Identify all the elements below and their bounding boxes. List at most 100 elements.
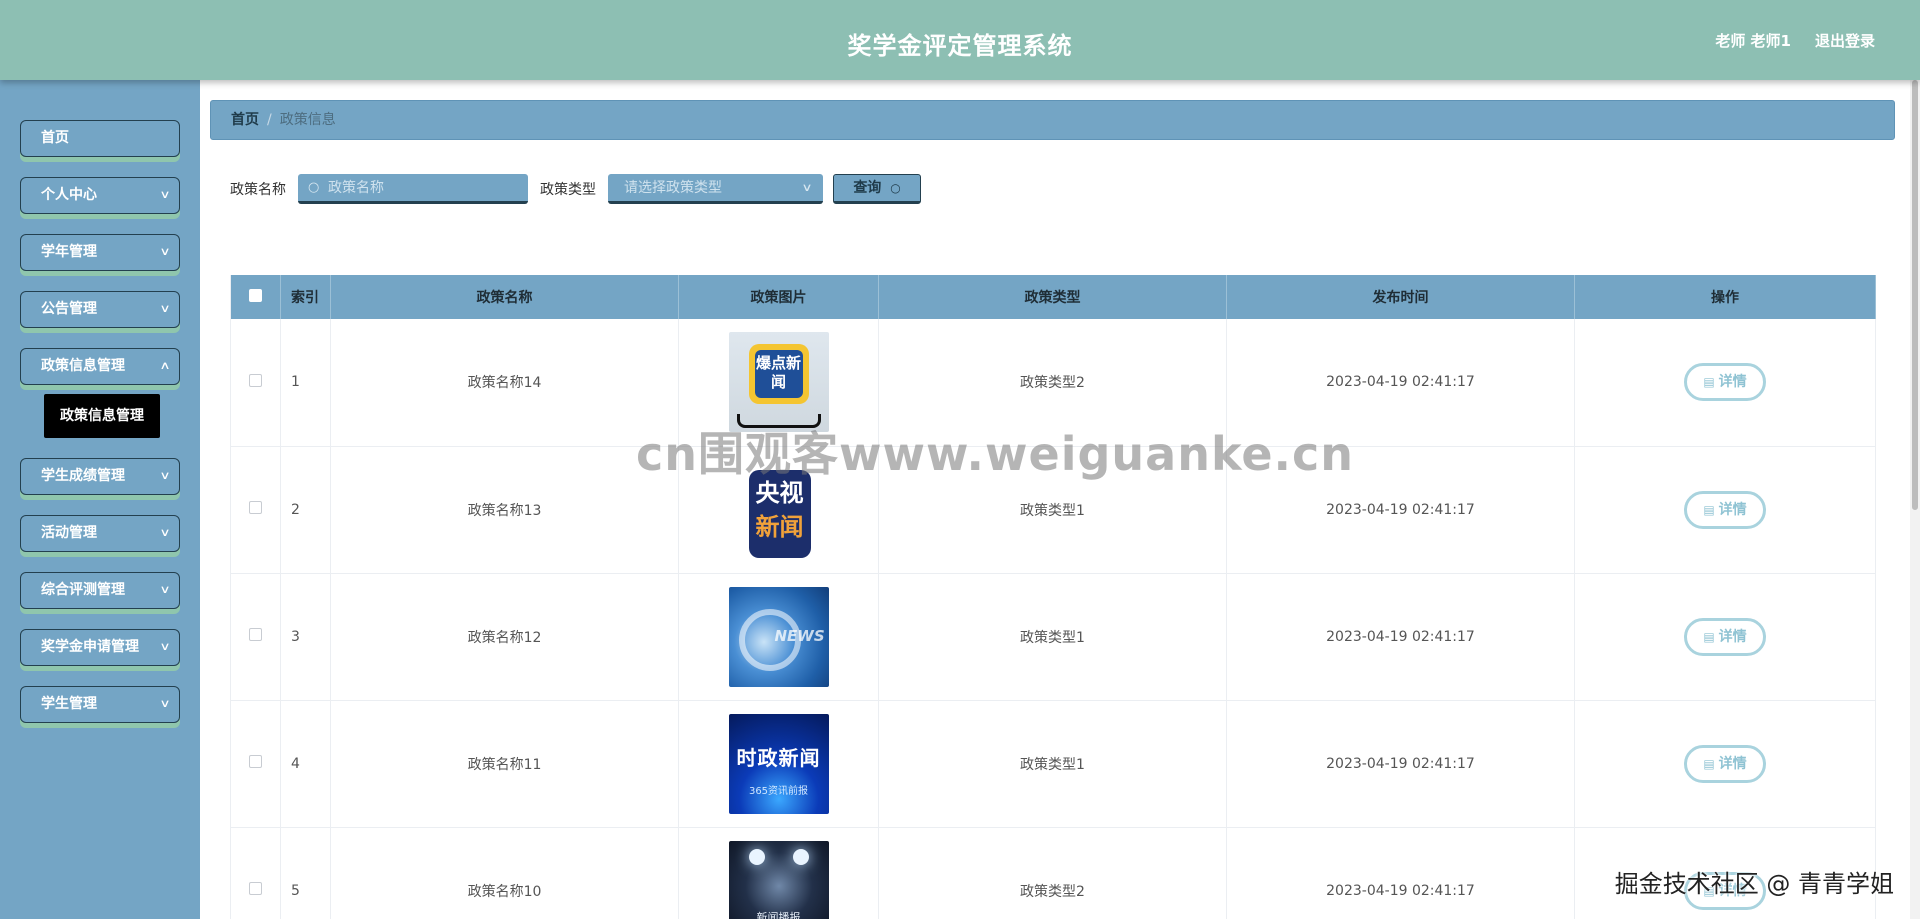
row-index: 2 [280, 446, 331, 574]
chevron-down-icon: ∨ [801, 181, 813, 194]
policy-name-input[interactable]: ○ 政策名称 [298, 174, 528, 204]
chevron-down-icon: ∨ [159, 526, 171, 539]
sidebar-item-home[interactable]: 首页 [20, 120, 180, 157]
detail-button[interactable]: ▤ 详情 [1684, 871, 1766, 910]
breadcrumb: 首页 / 政策信息 [210, 100, 1895, 140]
table-row: 5 政策名称10 新闻播报 政策类型2 2023-04-19 02:41:17 … [230, 827, 1876, 919]
sidebar-item-activities[interactable]: 活动管理 ∨ [20, 515, 180, 552]
column-header-index: 索引 [280, 275, 331, 319]
detail-button[interactable]: ▤ 详情 [1684, 744, 1766, 783]
policy-type-label: 政策类型 [540, 182, 596, 198]
search-icon: ○ [890, 181, 901, 195]
detail-button-label: 详情 [1718, 628, 1747, 645]
row-checkbox[interactable] [249, 755, 262, 768]
table-header-row: 索引 政策名称 政策图片 政策类型 发布时间 操作 [230, 275, 1876, 319]
document-icon: ▤ [1703, 629, 1715, 644]
sidebar-item-student-grades[interactable]: 学生成绩管理 ∨ [20, 458, 180, 495]
row-checkbox[interactable] [249, 628, 262, 641]
table-row: 1 政策名称14 爆点新闻 政策类型2 2023-04-19 02:41:17 … [230, 319, 1876, 447]
row-policy-type: 政策类型2 [878, 827, 1227, 919]
chevron-down-icon: ∨ [159, 697, 171, 710]
policy-type-placeholder: 请选择政策类型 [624, 180, 722, 196]
row-image-cell: 时政新闻 365资讯前报 [678, 700, 879, 828]
detail-button[interactable]: ▤ 详情 [1684, 490, 1766, 529]
policy-image-text: 新闻 [755, 512, 804, 541]
sidebar-item-label: 公告管理 [41, 301, 97, 317]
row-policy-name: 政策名称10 [330, 827, 679, 919]
sidebar: 首页 个人中心 ∨ 学年管理 ∨ 公告管理 ∨ 政策信息管理 ∧ 政策信息管理 … [0, 80, 200, 919]
row-select-cell [230, 827, 281, 919]
sidebar-item-academic-year[interactable]: 学年管理 ∨ [20, 234, 180, 271]
sidebar-item-announcements[interactable]: 公告管理 ∨ [20, 291, 180, 328]
row-index: 4 [280, 700, 331, 828]
row-select-cell [230, 700, 281, 828]
row-image-cell: 央视 新闻 [678, 446, 879, 574]
row-publish-time: 2023-04-19 02:41:17 [1226, 319, 1575, 447]
row-index: 3 [280, 573, 331, 701]
sidebar-item-label: 奖学金申请管理 [41, 639, 139, 655]
row-select-cell [230, 573, 281, 701]
detail-button-label: 详情 [1718, 501, 1747, 518]
policy-image-subtext: 365资讯前报 [748, 785, 809, 797]
sidebar-item-label: 政策信息管理 [41, 358, 125, 374]
row-checkbox[interactable] [249, 501, 262, 514]
query-button[interactable]: 查询 ○ [833, 174, 921, 204]
sidebar-item-evaluation[interactable]: 综合评测管理 ∨ [20, 572, 180, 609]
select-all-checkbox[interactable] [249, 288, 262, 302]
policy-name-placeholder: 政策名称 [328, 180, 384, 196]
row-action-cell: ▤ 详情 [1574, 446, 1876, 574]
sidebar-item-label: 学生成绩管理 [41, 468, 125, 484]
detail-button[interactable]: ▤ 详情 [1684, 617, 1766, 656]
detail-button[interactable]: ▤ 详情 [1684, 363, 1766, 402]
policy-image: 爆点新闻 [728, 332, 829, 433]
row-image-cell: 爆点新闻 [678, 319, 879, 447]
row-publish-time: 2023-04-19 02:41:17 [1226, 827, 1575, 919]
detail-button-label: 详情 [1718, 882, 1747, 899]
sidebar-item-personal-center[interactable]: 个人中心 ∨ [20, 177, 180, 214]
row-policy-name: 政策名称14 [330, 319, 679, 447]
current-user[interactable]: 老师 老师1 [1715, 30, 1791, 51]
breadcrumb-home[interactable]: 首页 [231, 112, 259, 128]
row-image-cell: 新闻播报 [678, 827, 879, 919]
chevron-down-icon: ∨ [159, 469, 171, 482]
row-policy-type: 政策类型1 [878, 700, 1227, 828]
sidebar-item-label: 综合评测管理 [41, 582, 125, 598]
sidebar-item-policy-info[interactable]: 政策信息管理 ∧ [20, 348, 180, 385]
chevron-down-icon: ∨ [159, 583, 171, 596]
sidebar-item-label: 活动管理 [41, 525, 97, 541]
logout-button[interactable]: 退出登录 [1815, 30, 1875, 51]
column-header-time: 发布时间 [1226, 275, 1575, 319]
column-header-name: 政策名称 [330, 275, 679, 319]
row-policy-name: 政策名称13 [330, 446, 679, 574]
table-row: 4 政策名称11 时政新闻 365资讯前报 政策类型1 2023-04-19 0… [230, 700, 1876, 828]
row-select-cell [230, 319, 281, 447]
row-checkbox[interactable] [249, 882, 262, 895]
row-publish-time: 2023-04-19 02:41:17 [1226, 446, 1575, 574]
app-title: 奖学金评定管理系统 [847, 32, 1073, 60]
sidebar-subitem-policy-info[interactable]: 政策信息管理 [44, 394, 160, 438]
policy-image-text: 新闻播报 [756, 910, 801, 919]
sidebar-item-scholarship-application[interactable]: 奖学金申请管理 ∨ [20, 629, 180, 666]
search-form: 政策名称 ○ 政策名称 政策类型 请选择政策类型 ∨ 查询 ○ [230, 172, 921, 206]
table-row: 3 政策名称12 NEWS 政策类型1 2023-04-19 02:41:17 … [230, 573, 1876, 701]
row-checkbox[interactable] [249, 373, 262, 387]
policy-type-select[interactable]: 请选择政策类型 ∨ [608, 174, 823, 204]
user-area: 老师 老师1 退出登录 [1715, 30, 1875, 51]
policy-image-text: 央视 [755, 478, 804, 507]
policy-image: 时政新闻 365资讯前报 [728, 713, 829, 814]
sidebar-item-label: 首页 [41, 130, 69, 146]
scrollbar-thumb[interactable] [1912, 80, 1918, 510]
sidebar-item-label: 学生管理 [41, 696, 97, 712]
policy-image-text: 时政新闻 [736, 745, 821, 770]
page-scrollbar[interactable] [1910, 80, 1920, 919]
policy-image-text: 爆点新闻 [755, 354, 801, 392]
row-policy-type: 政策类型1 [878, 446, 1227, 574]
sidebar-item-students[interactable]: 学生管理 ∨ [20, 686, 180, 723]
column-header-image: 政策图片 [678, 275, 879, 319]
chevron-up-icon: ∧ [159, 359, 171, 372]
query-button-label: 查询 [853, 180, 882, 196]
document-icon: ▤ [1703, 756, 1715, 771]
breadcrumb-current: 政策信息 [279, 112, 336, 128]
policy-image-text: NEWS [774, 626, 825, 645]
row-policy-type: 政策类型2 [878, 319, 1227, 447]
